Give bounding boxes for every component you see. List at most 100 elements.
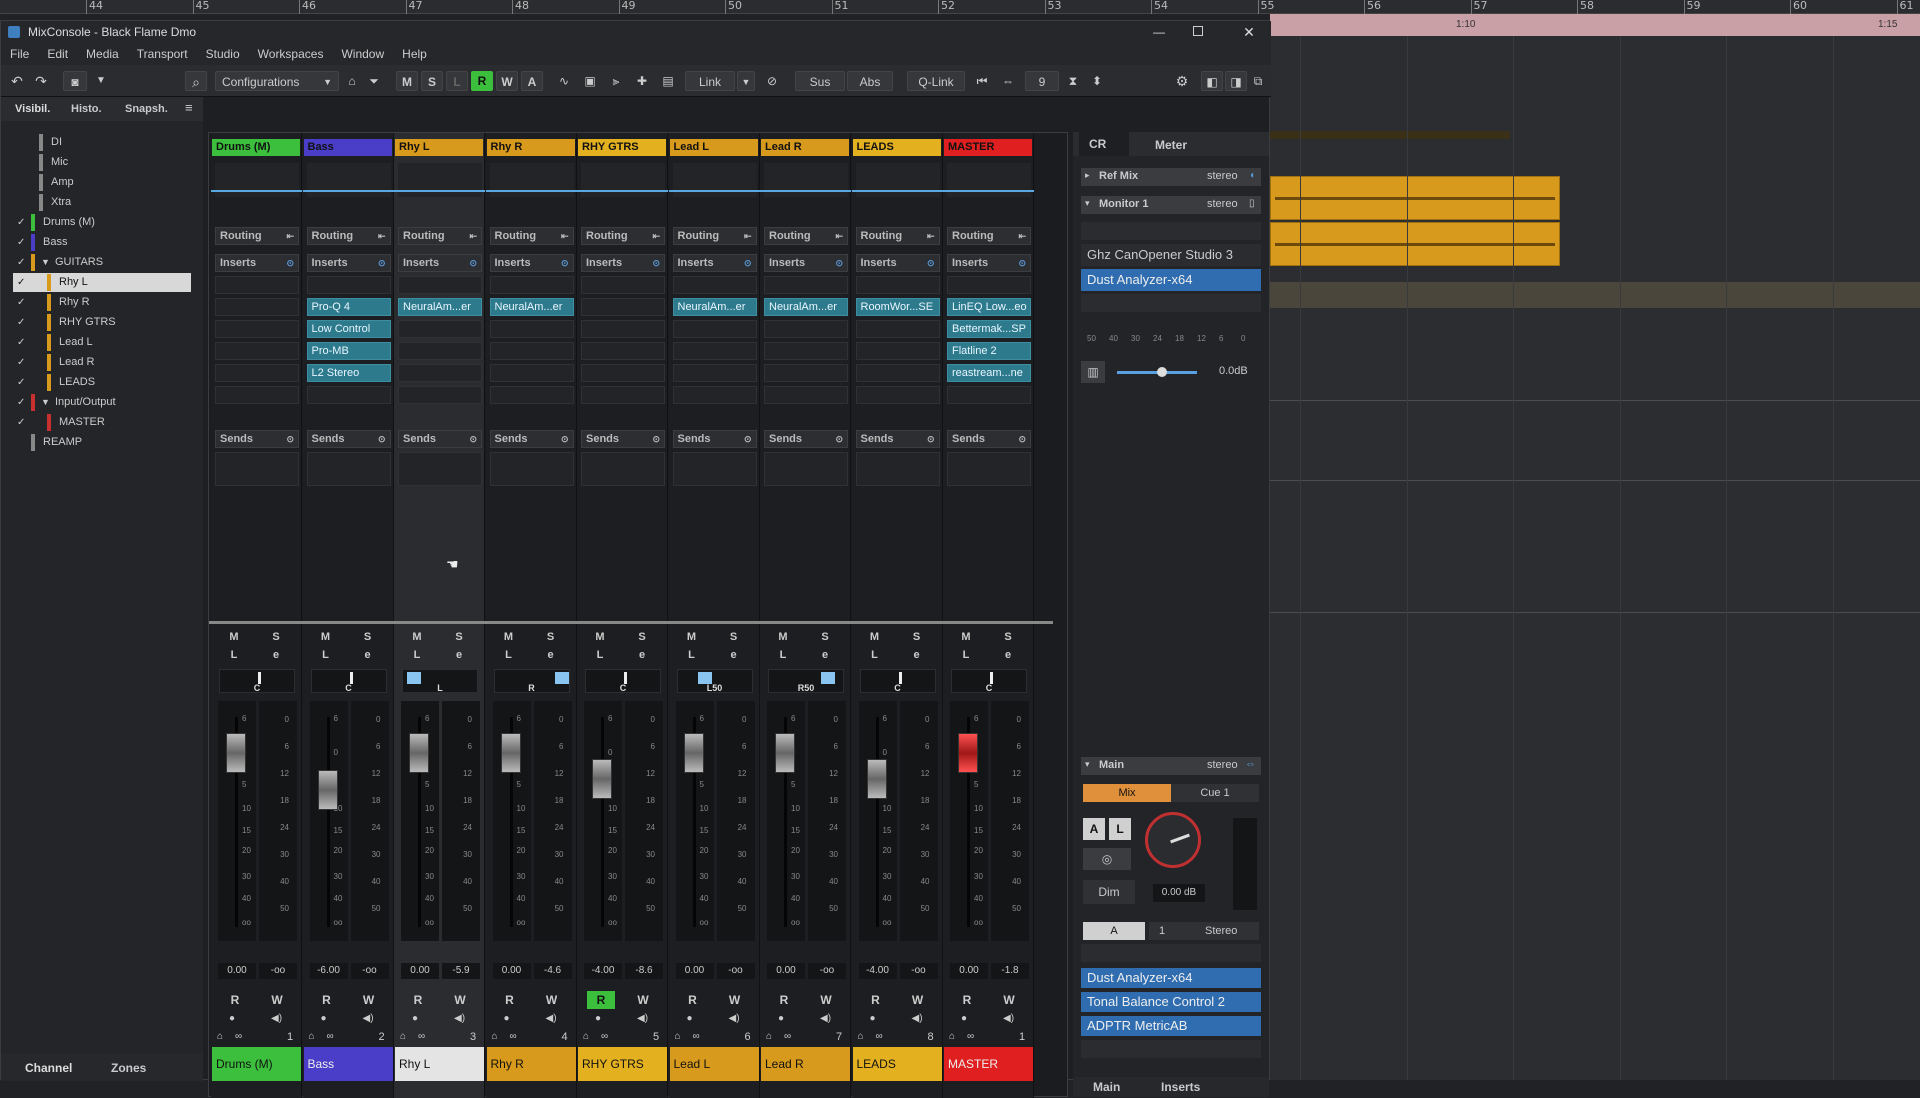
pan-control[interactable]: R50 xyxy=(768,669,844,693)
monitor-icon[interactable]: ◀) xyxy=(271,1013,282,1024)
send-slot[interactable] xyxy=(215,452,299,486)
channel-name-bottom[interactable]: Rhy R xyxy=(486,1047,576,1081)
divider-handle[interactable] xyxy=(209,621,1053,624)
inserts-rack[interactable]: Inserts ⊙ xyxy=(947,254,1031,272)
routing-rack[interactable]: Routing ⇤ xyxy=(398,227,482,245)
panel-icon[interactable]: ▤ xyxy=(657,71,679,91)
fader-cap[interactable] xyxy=(500,733,521,773)
channel-name-bottom[interactable]: Lead R xyxy=(761,1047,850,1081)
monitor-icon[interactable]: ◀) xyxy=(637,1013,648,1024)
inserts-rack[interactable]: Inserts ⊙ xyxy=(306,254,391,272)
pan-control[interactable]: L50 xyxy=(676,669,753,693)
insert-slot[interactable] xyxy=(672,364,757,382)
fader-cap[interactable] xyxy=(409,733,429,773)
dim-button[interactable]: Dim xyxy=(1083,880,1135,904)
solo-button[interactable]: S xyxy=(627,629,657,645)
routing-rack[interactable]: Routing ⇤ xyxy=(947,227,1031,245)
link-icon[interactable]: ∞ xyxy=(510,1031,517,1042)
read-all-button[interactable]: R xyxy=(471,71,493,91)
peak-value[interactable]: -oo xyxy=(350,963,389,979)
qlink-button[interactable]: Q-Link xyxy=(907,71,965,91)
mute-button[interactable]: M xyxy=(768,629,798,645)
read-button[interactable]: R xyxy=(862,991,890,1009)
fader-cap[interactable] xyxy=(592,758,612,799)
routing-rack[interactable]: Routing ⇤ xyxy=(489,227,574,245)
pan-control[interactable]: L xyxy=(402,669,478,693)
monitor-icon[interactable]: ◀) xyxy=(1003,1013,1014,1024)
record-icon[interactable]: ● xyxy=(229,1013,235,1024)
insert-slot[interactable]: L2 Stereo xyxy=(306,364,391,382)
peak-value[interactable]: -oo xyxy=(808,963,846,979)
main-plugin[interactable]: ADPTR MetricAB xyxy=(1081,1016,1261,1036)
routing-rack[interactable]: Routing ⇤ xyxy=(306,227,391,245)
waveform-icon[interactable]: ∿ xyxy=(553,71,575,91)
volume-value[interactable]: 0.00 xyxy=(218,963,256,979)
volume-value[interactable]: 0.00 xyxy=(950,963,988,979)
visibility-item[interactable]: ✓ Rhy L xyxy=(13,273,191,292)
listen-button[interactable]: L xyxy=(768,647,798,663)
visibility-item[interactable]: ✓ Bass xyxy=(13,233,191,252)
volume-value[interactable]: -4.00 xyxy=(858,963,897,979)
write-button[interactable]: W xyxy=(538,991,566,1009)
visibility-item[interactable]: Amp xyxy=(13,173,191,192)
insert-slot[interactable] xyxy=(215,276,299,294)
edit-button[interactable]: e xyxy=(810,647,840,663)
channel-count[interactable]: 9 xyxy=(1025,71,1059,91)
monitor-icon[interactable]: ▥ xyxy=(1081,361,1105,383)
write-button[interactable]: W xyxy=(904,991,932,1009)
check-icon[interactable]: ✓ xyxy=(17,413,25,432)
mute-button[interactable]: M xyxy=(219,629,249,645)
main-plugin[interactable]: Tonal Balance Control 2 xyxy=(1081,992,1261,1012)
visibility-item[interactable]: ✓ LEADS xyxy=(13,373,191,392)
fader-cap[interactable] xyxy=(775,733,795,773)
right-zone-icon[interactable]: ◨ xyxy=(1225,71,1247,91)
abs-button[interactable]: Abs xyxy=(847,71,893,91)
input-icon[interactable]: ⌂ xyxy=(400,1031,406,1042)
insert-slot[interactable] xyxy=(581,386,665,404)
peak-value[interactable]: -1.8 xyxy=(991,963,1029,979)
mute-button[interactable]: M xyxy=(402,629,432,645)
power-icon[interactable]: ◖ xyxy=(1249,170,1255,181)
tab-zones[interactable]: Zones xyxy=(111,1061,146,1075)
cue-button[interactable]: Cue 1 xyxy=(1171,784,1259,802)
insert-slot[interactable] xyxy=(672,342,757,360)
insert-slot[interactable] xyxy=(306,276,391,294)
peak-value[interactable]: -8.6 xyxy=(625,963,663,979)
listen-button[interactable]: L xyxy=(860,647,890,663)
solo-button[interactable]: S xyxy=(261,629,291,645)
record-icon[interactable]: ● xyxy=(595,1013,601,1024)
listen-button[interactable]: L xyxy=(402,647,432,663)
edit-button[interactable]: e xyxy=(993,647,1023,663)
left-zone-icon[interactable]: ◧ xyxy=(1201,71,1223,91)
volume-value[interactable]: -6.00 xyxy=(309,963,348,979)
insert-slot[interactable] xyxy=(581,320,665,338)
peak-value[interactable]: -5.9 xyxy=(442,963,480,979)
visibility-item[interactable]: Mic xyxy=(13,153,191,172)
volume-value[interactable]: 0.00 xyxy=(492,963,531,979)
sends-rack[interactable]: Sends ⊙ xyxy=(947,430,1031,448)
plugin-icon[interactable]: ▣ xyxy=(579,71,601,91)
input-icon[interactable]: ⌂ xyxy=(949,1031,955,1042)
input-icon[interactable]: ⌂ xyxy=(858,1031,864,1042)
check-icon[interactable]: ✓ xyxy=(17,233,25,252)
link-button[interactable]: Link xyxy=(685,71,735,91)
filter-icon[interactable]: ⏷ xyxy=(365,71,383,91)
arrangement-area[interactable]: 1:10 1:15 xyxy=(1270,14,1920,1080)
input-icon[interactable]: ⌂ xyxy=(583,1031,589,1042)
insert-slot[interactable] xyxy=(672,320,757,338)
write-button[interactable]: W xyxy=(629,991,657,1009)
sends-rack[interactable]: Sends ⊙ xyxy=(215,430,299,448)
monitor-slot[interactable] xyxy=(1081,294,1261,312)
read-button[interactable]: R xyxy=(496,991,524,1009)
insert-slot[interactable] xyxy=(215,298,299,316)
link-icon[interactable]: ∞ xyxy=(784,1031,791,1042)
visibility-item[interactable]: ✓ MASTER xyxy=(13,413,191,432)
maximize-icon[interactable] xyxy=(1193,26,1203,36)
check-icon[interactable]: ✓ xyxy=(17,313,25,332)
input-icon[interactable]: ⌂ xyxy=(217,1031,223,1042)
grid-icon[interactable]: ✚ xyxy=(631,71,653,91)
check-icon[interactable]: ✓ xyxy=(17,213,25,232)
send-slot[interactable] xyxy=(489,452,574,486)
monitor-icon[interactable]: ◀) xyxy=(820,1013,831,1024)
inserts-rack[interactable]: Inserts ⊙ xyxy=(215,254,299,272)
